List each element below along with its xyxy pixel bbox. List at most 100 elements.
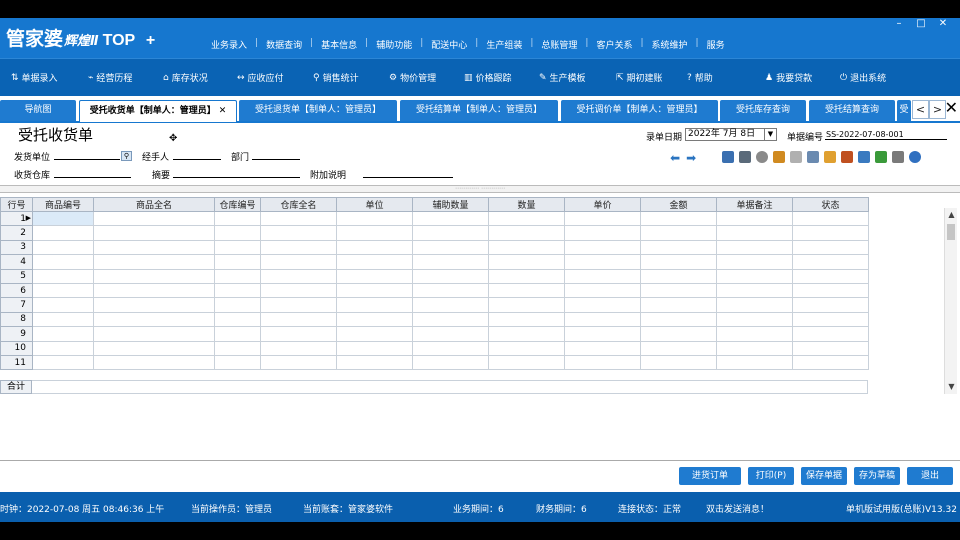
- grid-cell[interactable]: [716, 254, 793, 270]
- grid-cell[interactable]: [564, 354, 641, 371]
- prev-bill-icon[interactable]: ➡: [670, 151, 680, 165]
- box-icon[interactable]: [824, 151, 836, 163]
- save-bill-button[interactable]: 保存单据: [801, 467, 847, 485]
- minimize-button[interactable]: –: [888, 18, 910, 32]
- toolbar-button[interactable]: ? 帮助: [687, 71, 713, 85]
- grid-cell[interactable]: [412, 225, 489, 241]
- grid-cell[interactable]: [214, 326, 261, 342]
- grid-cell[interactable]: [214, 297, 261, 313]
- grid-cell[interactable]: [214, 268, 261, 284]
- grid-cell[interactable]: [792, 340, 869, 356]
- grid-cell[interactable]: [412, 311, 489, 328]
- grid-cell[interactable]: [488, 268, 565, 284]
- grid-cell[interactable]: [412, 297, 489, 313]
- toolbar-button[interactable]: ▥ 价格跟踪: [464, 71, 512, 85]
- table-row[interactable]: 10: [0, 340, 869, 356]
- grid-cell[interactable]: [214, 340, 261, 356]
- grid-cell[interactable]: [32, 239, 94, 256]
- grid-cell[interactable]: [32, 354, 94, 371]
- grid-cell[interactable]: [792, 297, 869, 313]
- grid-cell[interactable]: [640, 354, 717, 371]
- grid-cell[interactable]: [260, 354, 337, 371]
- maximize-button[interactable]: □: [910, 18, 932, 32]
- grid-cell[interactable]: [260, 239, 337, 256]
- grid-cell[interactable]: [260, 326, 337, 342]
- column-header[interactable]: 商品全名: [93, 197, 215, 212]
- grid-cell[interactable]: [214, 225, 261, 241]
- leaf-icon[interactable]: [875, 151, 887, 163]
- column-header[interactable]: 单据备注: [716, 197, 793, 212]
- grid-cell[interactable]: [488, 210, 565, 227]
- grid-cell[interactable]: [214, 239, 261, 256]
- menu-item[interactable]: 生产组装: [478, 38, 530, 51]
- toolbar-button[interactable]: ✎ 生产模板: [539, 71, 586, 85]
- grid-cell[interactable]: [32, 282, 94, 299]
- tab[interactable]: 受托退货单【制单人：管理员】: [239, 100, 397, 121]
- grid-cell[interactable]: [716, 311, 793, 328]
- grid-cell[interactable]: [716, 268, 793, 284]
- toolbar-button[interactable]: ⏻ 退出系统: [840, 71, 886, 85]
- toolbar-button[interactable]: ⌂ 库存状况: [163, 71, 208, 85]
- grid-cell[interactable]: [488, 311, 565, 328]
- grid-cell[interactable]: [260, 254, 337, 270]
- grid-cell[interactable]: [564, 282, 641, 299]
- tab[interactable]: 受托结算查询: [809, 100, 895, 121]
- column-header[interactable]: 数量: [488, 197, 565, 212]
- grid-cell[interactable]: [640, 210, 717, 227]
- column-header[interactable]: 仓库编号: [214, 197, 261, 212]
- grid-cell[interactable]: [640, 311, 717, 328]
- menu-item[interactable]: 辅助功能: [368, 38, 420, 51]
- grid-cell[interactable]: [93, 354, 215, 371]
- grid-cell[interactable]: [792, 225, 869, 241]
- grid-cell[interactable]: [260, 225, 337, 241]
- grid-cell[interactable]: [564, 340, 641, 356]
- tab[interactable]: 受托结算单【制单人：管理员】: [400, 100, 558, 121]
- grid-cell[interactable]: [93, 297, 215, 313]
- column-header[interactable]: 金额: [640, 197, 717, 212]
- help-icon[interactable]: [909, 151, 921, 163]
- menu-item[interactable]: 客户关系: [588, 38, 640, 51]
- grid-cell[interactable]: [716, 225, 793, 241]
- grid-cell[interactable]: [640, 282, 717, 299]
- splitter[interactable]: ⋯⋯⋯⋯ ⋯⋯⋯⋯: [0, 185, 960, 193]
- toolbar-button[interactable]: ⚙ 物价管理: [389, 71, 436, 85]
- grid-cell[interactable]: [716, 340, 793, 356]
- grid-cell[interactable]: [260, 311, 337, 328]
- grid-cell[interactable]: [32, 254, 94, 270]
- grid-cell[interactable]: [792, 254, 869, 270]
- grid-cell[interactable]: [336, 326, 413, 342]
- grid-cell[interactable]: [214, 254, 261, 270]
- grid-cell[interactable]: [488, 254, 565, 270]
- toolbar-button[interactable]: ↔ 应收应付: [237, 71, 284, 85]
- chevron-down-icon[interactable]: ▼: [764, 129, 776, 140]
- grid-cell[interactable]: [792, 239, 869, 256]
- grid-cell[interactable]: [336, 311, 413, 328]
- grid-cell[interactable]: [32, 311, 94, 328]
- grid-cell[interactable]: [564, 239, 641, 256]
- grid-cell[interactable]: [716, 326, 793, 342]
- grid-cell[interactable]: [412, 210, 489, 227]
- tab[interactable]: 受托库存查询: [720, 100, 806, 121]
- grid-cell[interactable]: [336, 282, 413, 299]
- grid-cell[interactable]: [336, 268, 413, 284]
- grid-cell[interactable]: [93, 225, 215, 241]
- grid-cell[interactable]: [260, 340, 337, 356]
- grid-cell[interactable]: [336, 254, 413, 270]
- toolbar-button[interactable]: ♟ 我要贷款: [765, 71, 812, 85]
- grid-cell[interactable]: [640, 340, 717, 356]
- grid-cell[interactable]: [32, 326, 94, 342]
- printer-icon[interactable]: [739, 151, 751, 163]
- next-bill-icon[interactable]: ➡: [686, 151, 696, 165]
- settings-icon[interactable]: [756, 151, 768, 163]
- tab[interactable]: 受托调价单【制单人：管理员】: [561, 100, 718, 121]
- grid-cell[interactable]: [792, 354, 869, 371]
- grid-cell[interactable]: [32, 268, 94, 284]
- book-icon[interactable]: [841, 151, 853, 163]
- grid-cell[interactable]: [488, 340, 565, 356]
- table-row[interactable]: 5: [0, 268, 869, 284]
- toolbar-button[interactable]: ⇅ 单据录入: [11, 71, 58, 85]
- grid-cell[interactable]: [792, 282, 869, 299]
- print-button[interactable]: 打印(P): [748, 467, 794, 485]
- person-icon[interactable]: [858, 151, 870, 163]
- grid-cell[interactable]: [412, 340, 489, 356]
